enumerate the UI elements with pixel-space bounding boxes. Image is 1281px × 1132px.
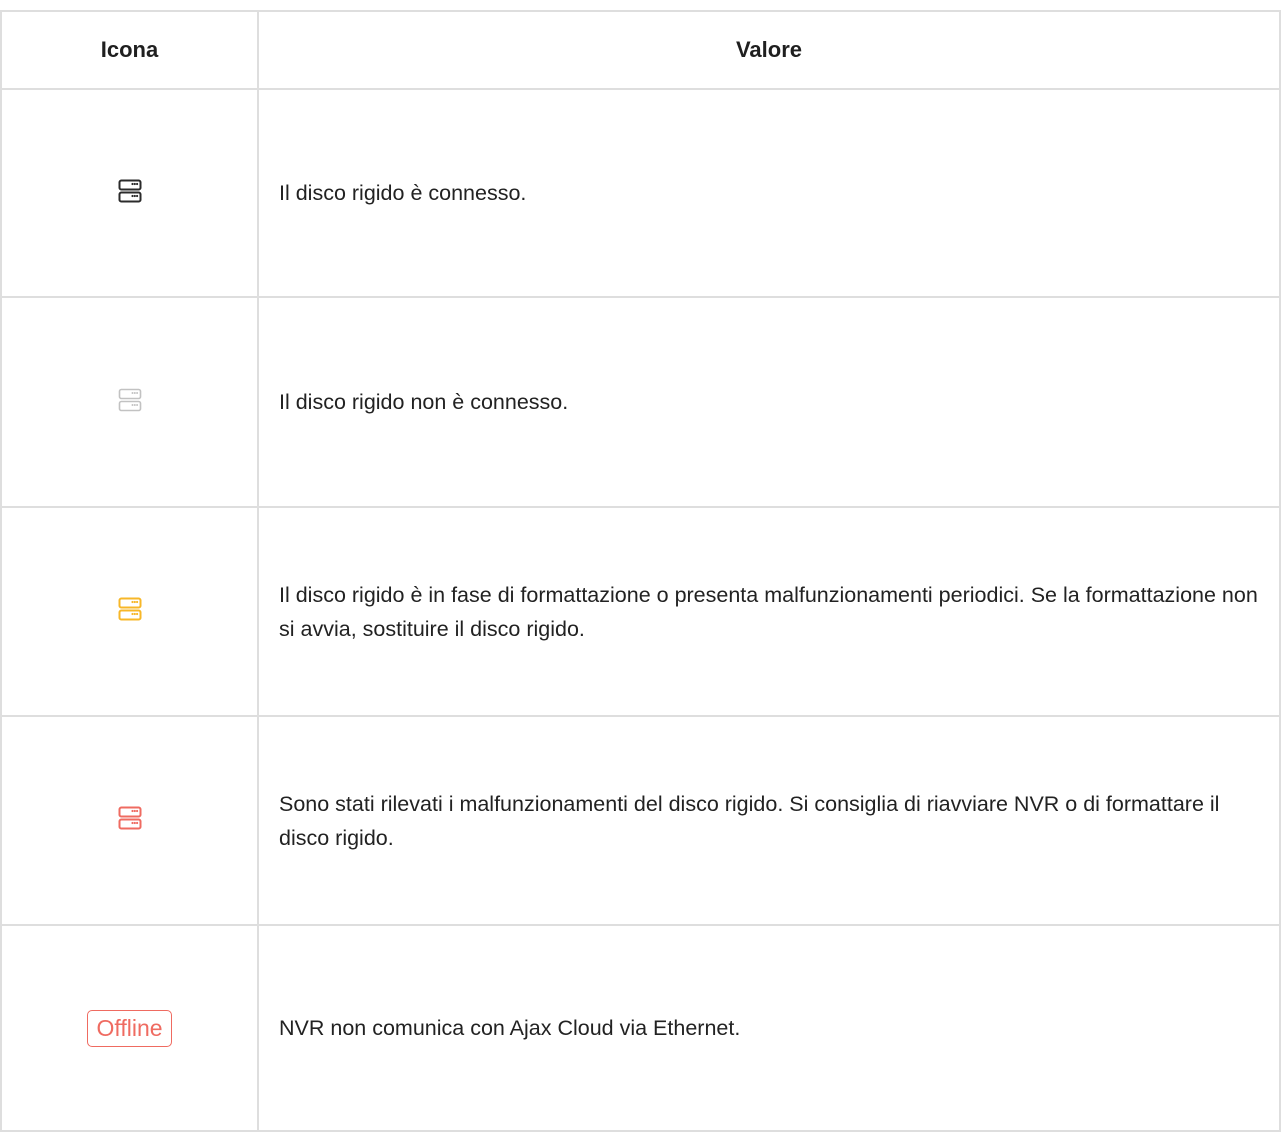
value-cell: Il disco rigido è connesso. xyxy=(258,89,1281,298)
table-row: Il disco rigido è connesso. xyxy=(1,89,1281,298)
icon-cell xyxy=(1,507,259,717)
header-icon: Icona xyxy=(1,11,259,90)
icon-cell: Offline xyxy=(1,925,259,1132)
icon-cell xyxy=(1,297,259,508)
table-row: Sono stati rilevati i malfunzionamenti d… xyxy=(1,716,1281,926)
value-cell: Il disco rigido non è connesso. xyxy=(258,297,1281,508)
hdd-malfunction-icon xyxy=(118,806,142,830)
hdd-disconnected-icon xyxy=(118,388,142,412)
icon-cell xyxy=(1,89,259,298)
table-row: Offline NVR non comunica con Ajax Cloud … xyxy=(1,925,1281,1132)
header-value: Valore xyxy=(258,11,1281,90)
table-row: Il disco rigido è in fase di formattazio… xyxy=(1,507,1281,717)
hdd-formatting-icon xyxy=(118,597,142,621)
table-header-row: Icona Valore xyxy=(1,11,1281,90)
icon-cell xyxy=(1,716,259,926)
hdd-connected-icon xyxy=(118,179,142,203)
value-cell: NVR non comunica con Ajax Cloud via Ethe… xyxy=(258,925,1281,1132)
value-cell: Sono stati rilevati i malfunzionamenti d… xyxy=(258,716,1281,926)
table-row: Il disco rigido non è connesso. xyxy=(1,297,1281,508)
value-cell: Il disco rigido è in fase di formattazio… xyxy=(258,507,1281,717)
hdd-status-table: Icona Valore Il disco rigido è connesso.… xyxy=(0,10,1281,1132)
offline-badge: Offline xyxy=(87,1009,172,1047)
